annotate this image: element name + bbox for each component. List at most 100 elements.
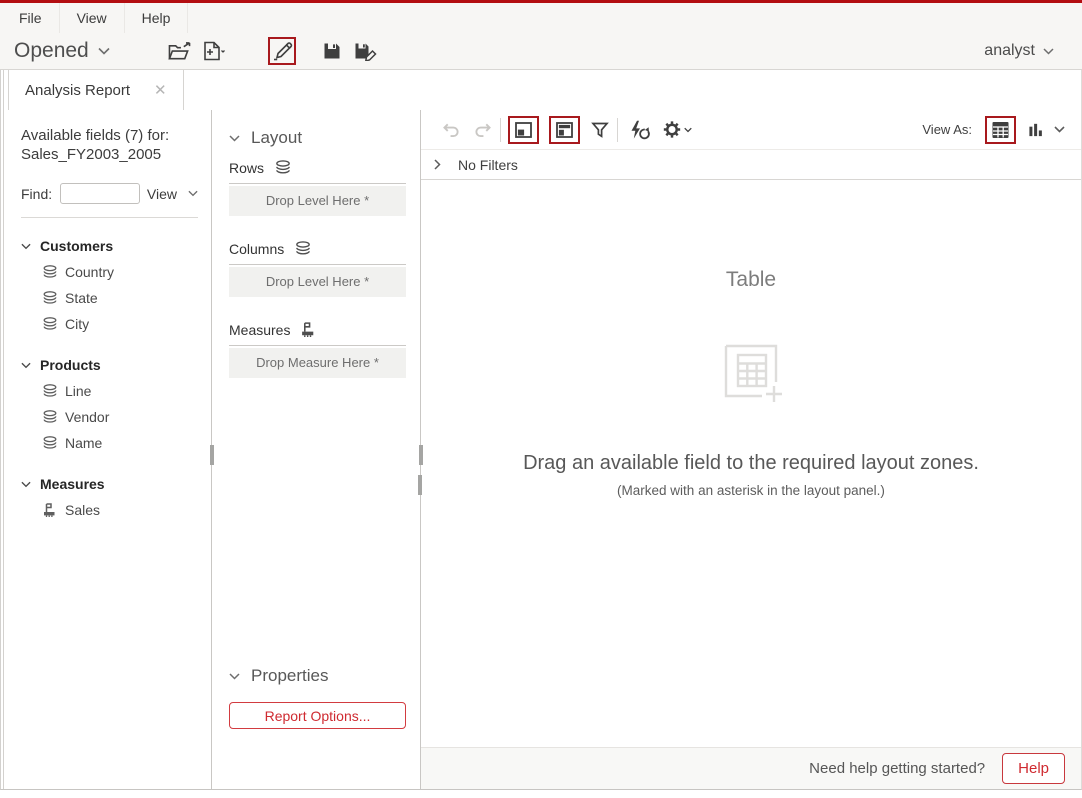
view-as-group: View As: <box>922 116 1069 144</box>
new-document-icon <box>202 40 226 62</box>
save-as-icon <box>353 41 378 61</box>
fields-tree: Customers Country State <box>21 233 198 523</box>
rows-zone: Rows Drop Level Here * <box>229 159 406 216</box>
chevron-down-icon <box>1054 126 1065 133</box>
chevron-down-icon <box>684 127 692 133</box>
toggle-fields-panel-button[interactable] <box>549 116 580 144</box>
toolbar-divider <box>617 118 618 142</box>
chevron-down-icon <box>229 135 240 142</box>
undo-button[interactable] <box>441 121 462 138</box>
help-button[interactable]: Help <box>1002 753 1065 784</box>
chevron-down-icon <box>98 47 110 55</box>
measure-icon <box>42 502 58 518</box>
save-as-button[interactable] <box>352 37 380 65</box>
field-vendor[interactable]: Vendor <box>21 404 198 430</box>
layout-section-toggle[interactable]: Layout <box>229 124 406 152</box>
chevron-down-icon <box>21 243 31 250</box>
fields-panel-title: Available fields (7) for: Sales_FY2003_2… <box>21 126 198 164</box>
save-button[interactable] <box>318 37 346 65</box>
field-label: Name <box>65 435 102 451</box>
layers-icon <box>42 435 58 451</box>
opened-dropdown[interactable]: Opened <box>14 39 110 63</box>
panel-bottom-left-icon <box>513 120 534 140</box>
field-label: State <box>65 290 98 306</box>
pencil-icon <box>271 40 293 62</box>
table-view-button[interactable] <box>985 116 1016 144</box>
field-city[interactable]: City <box>21 311 198 337</box>
empty-table-icon <box>718 338 784 404</box>
menu-help[interactable]: Help <box>125 3 189 33</box>
toolbar-divider <box>500 118 501 142</box>
user-name: analyst <box>984 42 1035 60</box>
field-country[interactable]: Country <box>21 259 198 285</box>
fields-title-line1: Available fields (7) for: <box>21 126 198 145</box>
chevron-down-icon <box>21 362 31 369</box>
find-input[interactable] <box>60 183 140 204</box>
report-options-button[interactable]: Report Options... <box>229 702 406 729</box>
field-state[interactable]: State <box>21 285 198 311</box>
columns-zone-label: Columns <box>229 241 284 257</box>
canvas-toolbar: View As: <box>421 110 1081 150</box>
tree-group-customers[interactable]: Customers <box>21 233 198 259</box>
columns-drop-zone[interactable]: Drop Level Here * <box>229 267 406 297</box>
field-sales[interactable]: Sales <box>21 497 198 523</box>
open-report-button[interactable] <box>166 37 194 65</box>
report-type-title: Table <box>421 268 1081 292</box>
tab-label: Analysis Report <box>25 82 130 99</box>
layers-icon <box>274 159 292 176</box>
tree-group-label: Customers <box>40 238 113 254</box>
undo-icon <box>441 121 462 138</box>
settings-button[interactable] <box>662 120 692 139</box>
chart-view-button[interactable] <box>1027 121 1045 138</box>
view-dropdown[interactable]: View <box>147 186 198 202</box>
tree-group-products[interactable]: Products <box>21 352 198 378</box>
lightning-refresh-icon <box>627 120 652 140</box>
chevron-down-icon <box>21 481 31 488</box>
tab-analysis-report[interactable]: Analysis Report ✕ <box>8 70 184 110</box>
panel-top-left-icon <box>554 120 575 140</box>
properties-section-toggle[interactable]: Properties <box>229 662 406 690</box>
rows-drop-zone[interactable]: Drop Level Here * <box>229 186 406 216</box>
layers-icon <box>42 409 58 425</box>
tree-group-measures[interactable]: Measures <box>21 471 198 497</box>
chevron-down-icon <box>1043 48 1054 55</box>
tab-close-icon[interactable]: ✕ <box>154 83 167 98</box>
empty-state-heading: Drag an available field to the required … <box>421 452 1081 475</box>
panel-resize-handle[interactable] <box>419 445 423 465</box>
help-footer: Need help getting started? Help <box>421 747 1081 789</box>
tree-group-label: Products <box>40 357 101 373</box>
view-as-dropdown[interactable] <box>1054 126 1065 133</box>
tree-group-label: Measures <box>40 476 105 492</box>
view-as-label: View As: <box>922 122 972 137</box>
report-canvas-panel: View As: <box>421 110 1081 789</box>
edit-mode-button[interactable] <box>268 37 296 65</box>
help-prompt: Need help getting started? <box>809 760 985 777</box>
report-canvas[interactable]: Table Drag an <box>421 180 1081 747</box>
measures-drop-zone[interactable]: Drop Measure Here * <box>229 348 406 378</box>
redo-button[interactable] <box>472 121 493 138</box>
field-label: Country <box>65 264 114 280</box>
field-name[interactable]: Name <box>21 430 198 456</box>
refresh-data-button[interactable] <box>627 120 652 140</box>
menu-view[interactable]: View <box>60 3 125 33</box>
toggle-layout-panel-button[interactable] <box>508 116 539 144</box>
measures-zone-label: Measures <box>229 322 290 338</box>
chevron-down-icon <box>188 190 198 197</box>
layers-icon <box>42 264 58 280</box>
field-line[interactable]: Line <box>21 378 198 404</box>
menu-file[interactable]: File <box>2 3 60 33</box>
layout-panel: Layout Rows Drop Level Here * Columns <box>212 110 421 789</box>
panel-resize-handle[interactable] <box>418 475 422 495</box>
fields-divider <box>21 217 198 218</box>
filters-expander[interactable] <box>434 159 441 170</box>
panel-resize-handle[interactable] <box>210 445 214 465</box>
new-report-button[interactable] <box>200 37 228 65</box>
filter-button[interactable] <box>590 121 610 139</box>
chevron-down-icon <box>229 673 240 680</box>
workspace: Analysis Report ✕ Available fields (7) f… <box>0 70 1082 790</box>
measures-zone: Measures Drop Measure Here * <box>229 321 406 378</box>
no-filters-label: No Filters <box>458 157 518 173</box>
save-floppy-icon <box>322 41 342 61</box>
user-menu[interactable]: analyst <box>984 42 1068 60</box>
layers-icon <box>42 316 58 332</box>
